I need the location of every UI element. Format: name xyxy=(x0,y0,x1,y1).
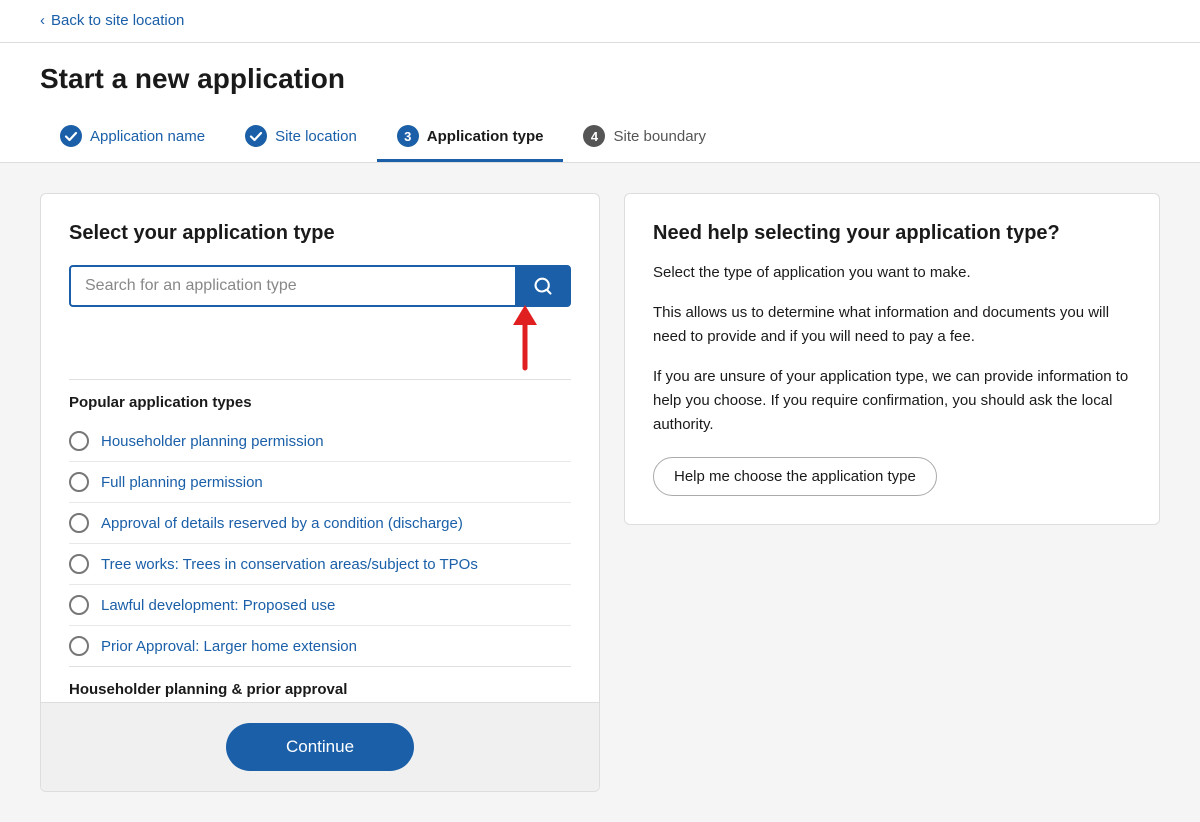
application-type-list: Householder planning permission Full pla… xyxy=(69,421,571,667)
radio-prior-approval[interactable] xyxy=(69,636,89,656)
help-para-3: If you are unsure of your application ty… xyxy=(653,365,1131,437)
help-card-title: Need help selecting your application typ… xyxy=(653,222,1131,245)
step-4-number-icon: 4 xyxy=(583,125,605,147)
step-1-check-icon xyxy=(60,125,82,147)
step-1-label: Application name xyxy=(90,128,205,145)
search-button[interactable] xyxy=(515,265,571,307)
step-application-type[interactable]: 3 Application type xyxy=(377,115,564,162)
list-item[interactable]: Householder planning permission xyxy=(69,421,571,462)
step-site-boundary[interactable]: 4 Site boundary xyxy=(563,115,726,162)
list-item[interactable]: Lawful development: Proposed use xyxy=(69,585,571,626)
radio-label-full-planning[interactable]: Full planning permission xyxy=(101,474,263,491)
step-4-label: Site boundary xyxy=(613,128,706,145)
step-application-name[interactable]: Application name xyxy=(40,115,225,162)
red-arrow-icon xyxy=(505,303,545,373)
step-site-location[interactable]: Site location xyxy=(225,115,377,162)
list-item[interactable]: Full planning permission xyxy=(69,462,571,503)
step-2-label: Site location xyxy=(275,128,357,145)
radio-householder[interactable] xyxy=(69,431,89,451)
radio-lawful-dev[interactable] xyxy=(69,595,89,615)
list-item[interactable]: Prior Approval: Larger home extension xyxy=(69,626,571,667)
help-choose-button[interactable]: Help me choose the application type xyxy=(653,457,937,496)
top-nav: ‹ Back to site location xyxy=(0,0,1200,43)
radio-label-tree-works[interactable]: Tree works: Trees in conservation areas/… xyxy=(101,556,478,573)
arrow-annotation xyxy=(69,311,571,371)
back-link[interactable]: ‹ Back to site location xyxy=(40,12,184,29)
page-title: Start a new application xyxy=(40,63,1160,95)
list-item[interactable]: Tree works: Trees in conservation areas/… xyxy=(69,544,571,585)
list-item[interactable]: Approval of details reserved by a condit… xyxy=(69,503,571,544)
help-card: Need help selecting your application typ… xyxy=(624,193,1160,525)
stepper: Application name Site location 3 Applica… xyxy=(40,115,1160,162)
help-para-2: This allows us to determine what informa… xyxy=(653,301,1131,349)
radio-tree-works[interactable] xyxy=(69,554,89,574)
step-2-check-icon xyxy=(245,125,267,147)
radio-approval-details[interactable] xyxy=(69,513,89,533)
step-3-number-icon: 3 xyxy=(397,125,419,147)
radio-full-planning[interactable] xyxy=(69,472,89,492)
radio-label-householder[interactable]: Householder planning permission xyxy=(101,433,324,450)
step-3-label: Application type xyxy=(427,128,544,145)
radio-label-approval-details[interactable]: Approval of details reserved by a condit… xyxy=(101,515,463,532)
search-wrapper xyxy=(69,265,571,307)
page-header: Start a new application Application name… xyxy=(0,43,1200,163)
bottom-section-title: Householder planning & prior approval xyxy=(69,667,571,702)
popular-section-title: Popular application types xyxy=(69,379,571,421)
continue-section: Continue xyxy=(41,702,599,791)
radio-label-prior-approval[interactable]: Prior Approval: Larger home extension xyxy=(101,638,357,655)
search-icon xyxy=(533,276,553,296)
left-card-title: Select your application type xyxy=(69,222,571,245)
search-input[interactable] xyxy=(69,265,515,307)
chevron-left-icon: ‹ xyxy=(40,12,45,29)
help-para-1: Select the type of application you want … xyxy=(653,261,1131,285)
select-application-type-card: Select your application type Popular app… xyxy=(40,193,600,792)
radio-label-lawful-dev[interactable]: Lawful development: Proposed use xyxy=(101,597,335,614)
continue-button[interactable]: Continue xyxy=(226,723,414,771)
back-link-label: Back to site location xyxy=(51,12,184,29)
main-content: Select your application type Popular app… xyxy=(0,163,1200,822)
